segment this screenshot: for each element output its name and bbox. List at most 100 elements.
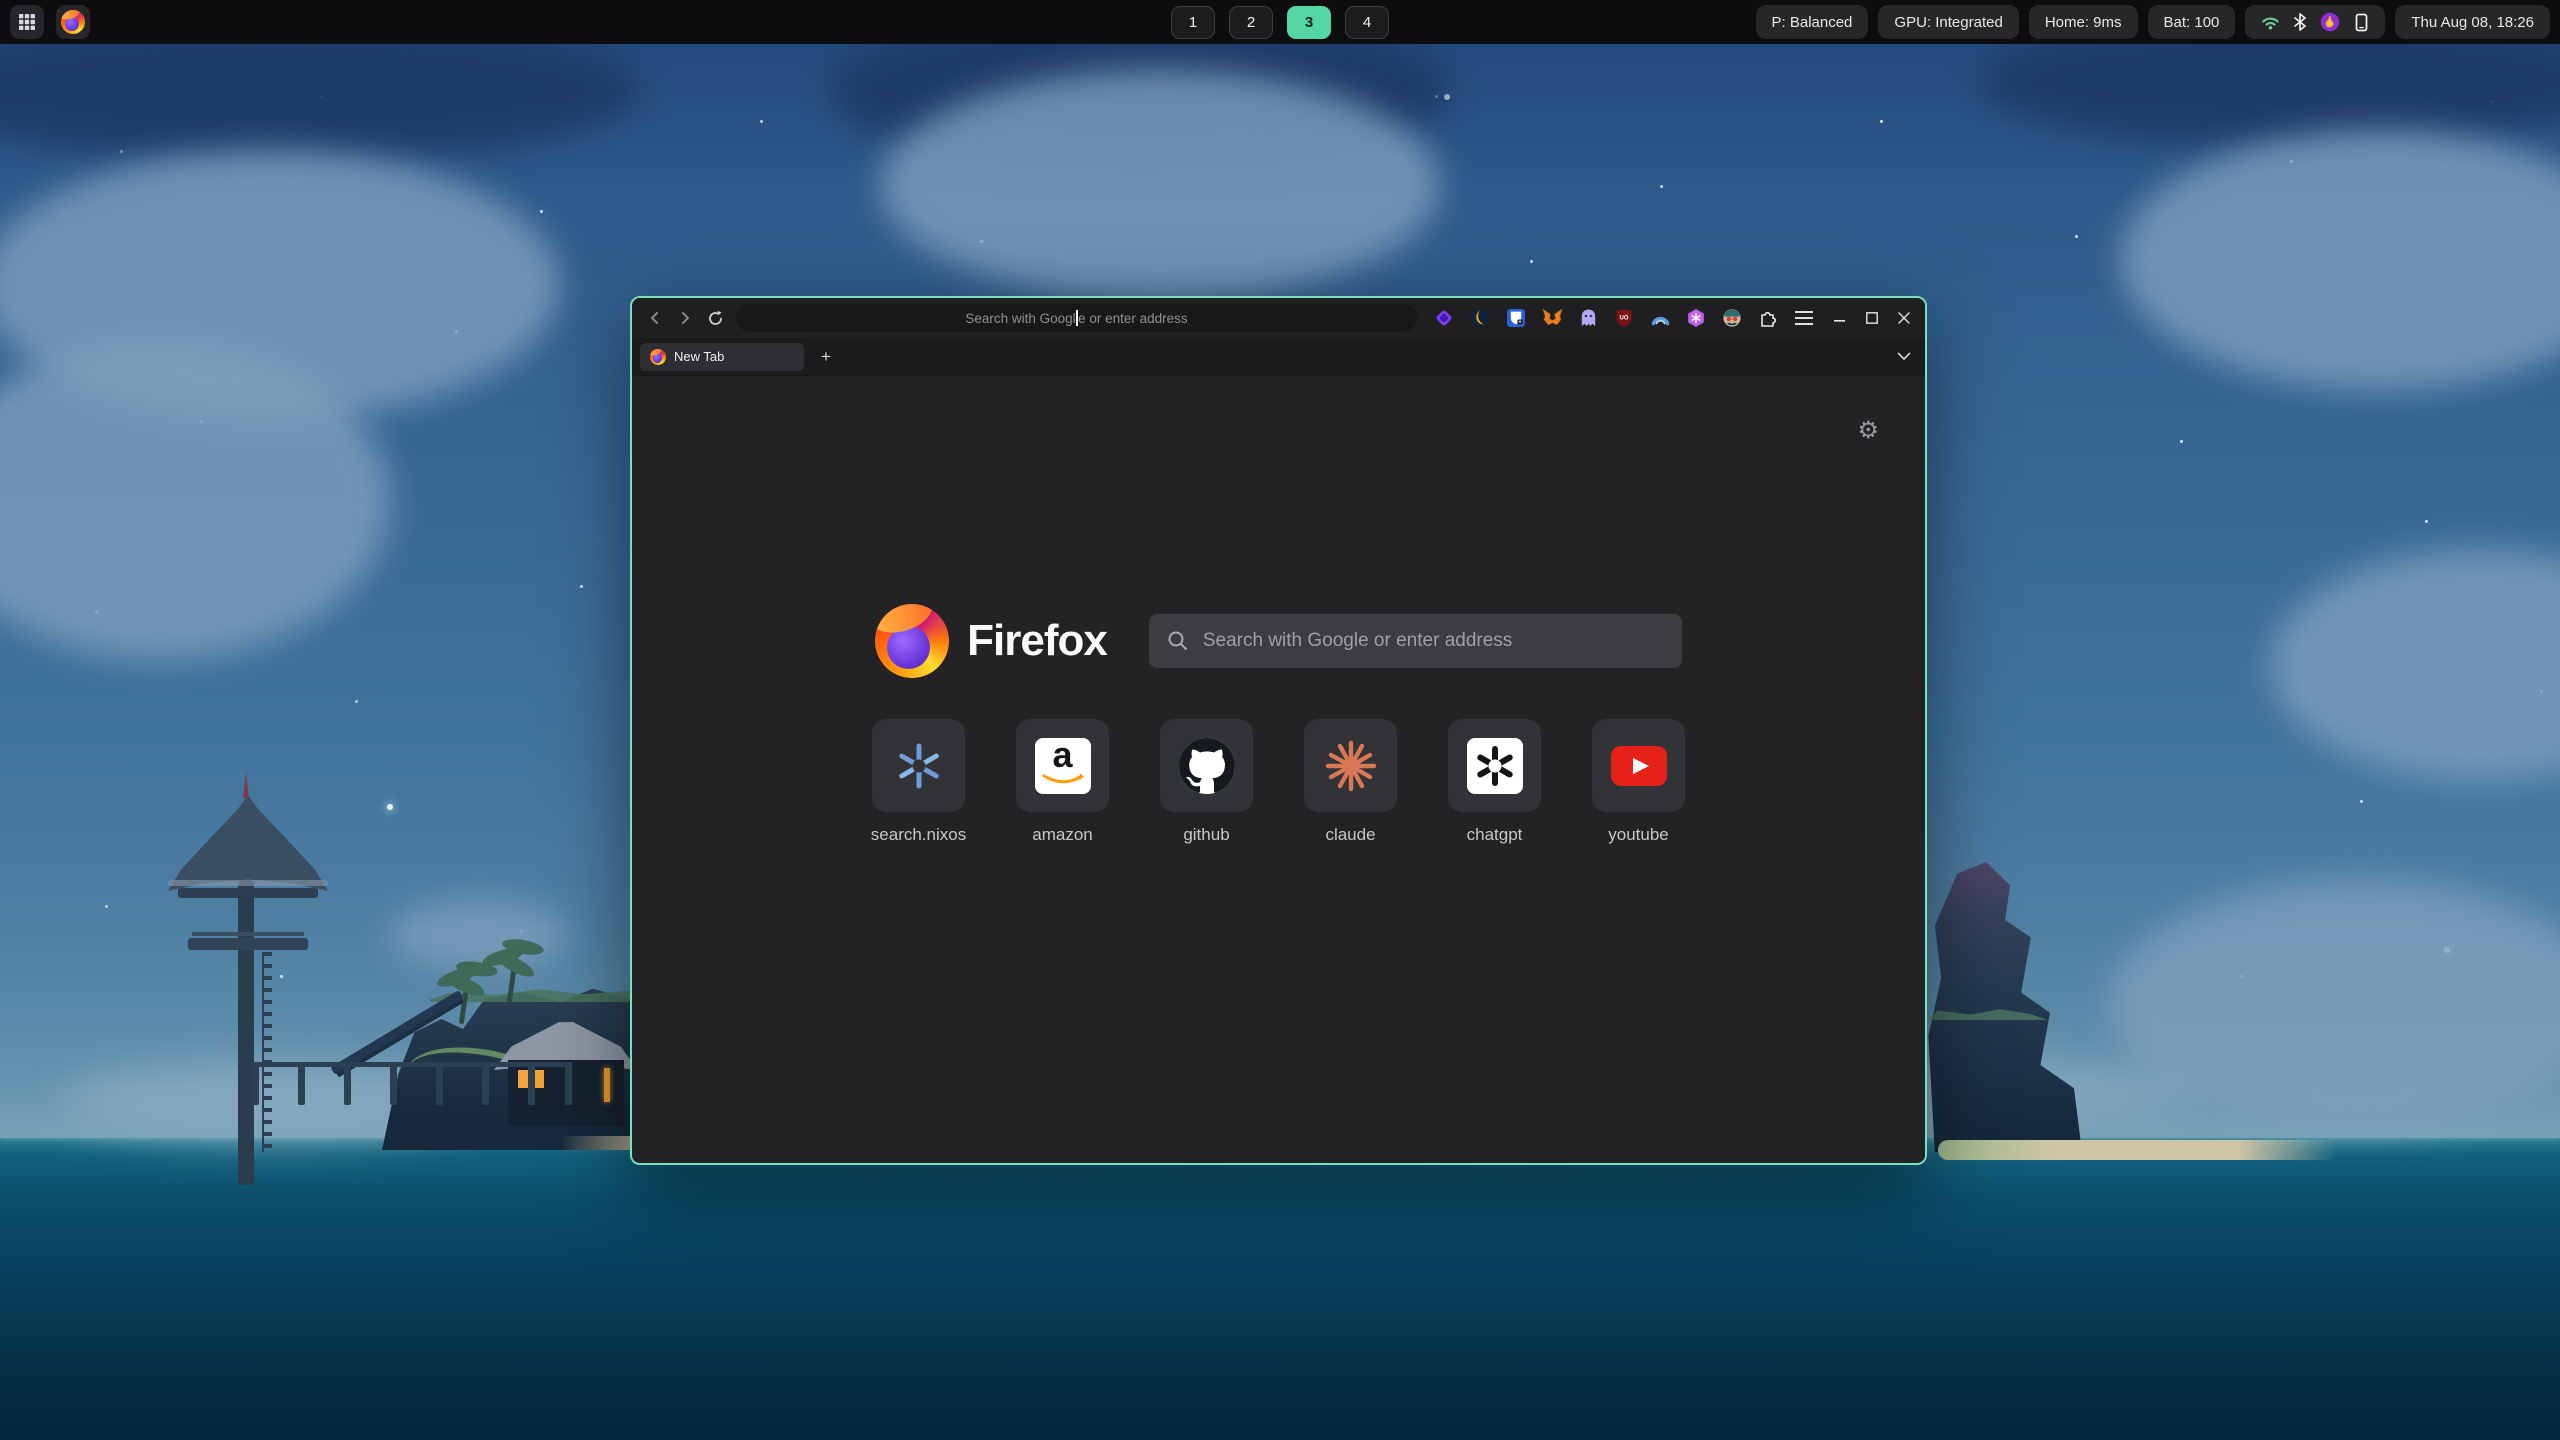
extension-vpn-arc-icon[interactable] [1647, 305, 1673, 331]
tab-bar: New Tab + [632, 338, 1925, 375]
extension-purple-hexagon-icon[interactable] [1683, 305, 1709, 331]
desktop: 1 2 3 4 P: Balanced GPU: Integrated Home… [0, 0, 2560, 1440]
tile-card [1304, 719, 1397, 812]
search-icon [1167, 630, 1189, 652]
extension-ublock-origin-icon[interactable]: UO [1611, 305, 1637, 331]
shortcut-github[interactable]: github [1160, 719, 1253, 845]
battery-label: Bat: 100 [2164, 14, 2220, 31]
shortcut-youtube[interactable]: youtube [1592, 719, 1685, 845]
maximize-button[interactable] [1859, 305, 1885, 331]
power-profile-module[interactable]: P: Balanced [1756, 5, 1869, 39]
urlbar-placeholder: Search with Googl [965, 311, 1075, 326]
minimize-button[interactable] [1827, 305, 1853, 331]
shortcut-amazon[interactable]: a amazon [1016, 719, 1109, 845]
latency-module[interactable]: Home: 9ms [2029, 5, 2138, 39]
amazon-icon: a [1035, 738, 1091, 794]
hut-window-glow [604, 1068, 610, 1102]
firefox-window: Search with Google or enter address [630, 296, 1927, 1165]
wallpaper-beach [1938, 1140, 2338, 1160]
openai-knot-icon [1467, 738, 1523, 794]
tile-card [1448, 719, 1541, 812]
gpu-module[interactable]: GPU: Integrated [1878, 5, 2018, 39]
wallpaper-fence [252, 1062, 572, 1106]
amazon-letter: a [1052, 737, 1072, 773]
personalize-gear-icon[interactable]: ⚙ [1857, 416, 1879, 444]
tile-card [1160, 719, 1253, 812]
clock-label: Thu Aug 08, 18:26 [2411, 14, 2534, 31]
tab-new-tab[interactable]: New Tab [640, 343, 804, 371]
claude-starburst-icon [1324, 739, 1378, 793]
newtab-search-bar[interactable] [1149, 614, 1682, 668]
gpu-label: GPU: Integrated [1894, 14, 2002, 31]
watchtower-platform [178, 888, 318, 898]
workspace-label: 4 [1363, 14, 1371, 31]
url-bar[interactable]: Search with Google or enter address [736, 304, 1417, 332]
phone-icon [2354, 13, 2369, 32]
extension-ghostery-icon[interactable] [1575, 305, 1601, 331]
palm-tree [478, 938, 548, 982]
tile-label: chatgpt [1467, 825, 1523, 845]
tile-label: amazon [1032, 825, 1092, 845]
app-grid-icon [18, 13, 36, 31]
firefox-logo [875, 604, 949, 678]
cloud [880, 70, 1440, 300]
workspace-label: 1 [1189, 14, 1197, 31]
hamburger-menu-icon [1795, 311, 1813, 325]
window-controls [1827, 305, 1917, 331]
reload-button[interactable] [700, 303, 730, 333]
watchtower-platform [188, 938, 308, 950]
back-button[interactable] [640, 303, 670, 333]
bluetooth-icon [2294, 13, 2306, 31]
watchtower-ladder [262, 952, 272, 1152]
tile-card [1592, 719, 1685, 812]
list-all-tabs-button[interactable] [1897, 338, 1911, 375]
battery-module[interactable]: Bat: 100 [2148, 5, 2236, 39]
close-icon [1898, 312, 1910, 324]
tile-card [872, 719, 965, 812]
extension-night-shade-icon[interactable] [1467, 305, 1493, 331]
workspace-button-4[interactable]: 4 [1345, 6, 1389, 39]
firefox-launcher-button[interactable] [56, 5, 90, 39]
tile-label: search.nixos [871, 825, 966, 845]
workspace-label: 2 [1247, 14, 1255, 31]
workspace-button-2[interactable]: 2 [1229, 6, 1273, 39]
extension-metamask-icon[interactable] [1539, 305, 1565, 331]
workspace-switcher: 1 2 3 4 [1171, 6, 1389, 39]
system-tray[interactable] [2245, 5, 2385, 39]
tile-card: a [1016, 719, 1109, 812]
menu-button[interactable] [1791, 305, 1817, 331]
shortcut-claude[interactable]: claude [1304, 719, 1397, 845]
newtab-hero: Firefox [632, 604, 1925, 678]
tile-label: github [1183, 825, 1229, 845]
workspace-label: 3 [1305, 14, 1313, 31]
newtab-search-input[interactable] [1203, 630, 1664, 652]
extension-proxy-spy-icon[interactable] [1719, 305, 1745, 331]
clock-module[interactable]: Thu Aug 08, 18:26 [2395, 5, 2550, 39]
firefox-icon [61, 10, 85, 34]
shortcut-chatgpt[interactable]: chatgpt [1448, 719, 1541, 845]
youtube-play-icon [1611, 746, 1667, 786]
navigation-toolbar: Search with Google or enter address [632, 298, 1925, 338]
wallpaper-ocean [0, 1138, 2560, 1440]
status-modules: P: Balanced GPU: Integrated Home: 9ms Ba… [1756, 5, 2550, 39]
forward-icon [677, 310, 693, 326]
extension-violet-diamond-icon[interactable] [1431, 305, 1457, 331]
forward-button[interactable] [670, 303, 700, 333]
chevron-down-icon [1897, 352, 1911, 361]
shortcut-search-nixos[interactable]: search.nixos [872, 719, 965, 845]
back-icon [647, 310, 663, 326]
extension-bitwarden-icon[interactable] [1503, 305, 1529, 331]
nixos-snowflake-icon [895, 742, 943, 790]
firefox-favicon [650, 349, 666, 365]
workspace-button-3-active[interactable]: 3 [1287, 6, 1331, 39]
urlbar-placeholder: e or enter address [1078, 311, 1188, 326]
extensions-puzzle-button[interactable] [1755, 305, 1781, 331]
close-button[interactable] [1891, 305, 1917, 331]
app-launcher-button[interactable] [10, 5, 44, 39]
new-tab-button[interactable]: + [812, 343, 840, 371]
new-tab-page: ⚙ Firefox [632, 375, 1925, 1163]
status-bar: 1 2 3 4 P: Balanced GPU: Integrated Home… [0, 0, 2560, 44]
watchtower-roof-rim [168, 880, 328, 886]
workspace-button-1[interactable]: 1 [1171, 6, 1215, 39]
latency-label: Home: 9ms [2045, 14, 2122, 31]
